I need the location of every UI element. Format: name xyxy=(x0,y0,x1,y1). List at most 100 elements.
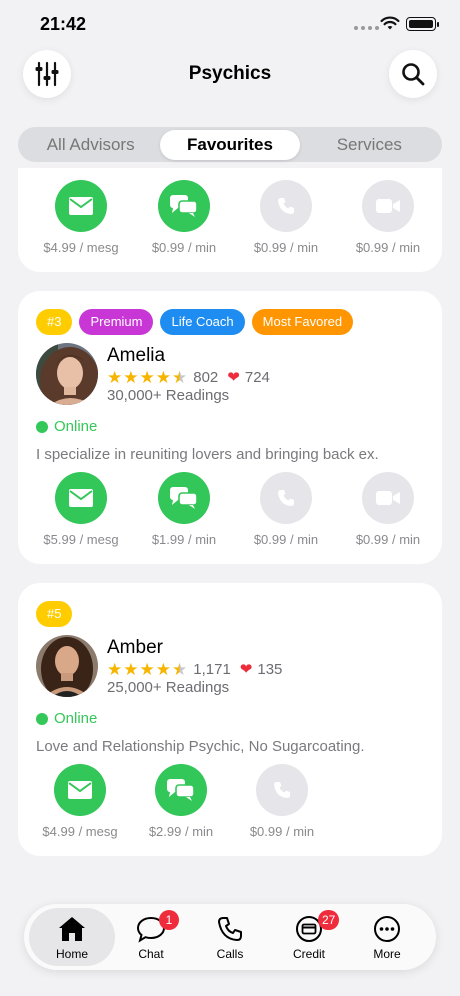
advisor-card[interactable]: $4.99 / mesg $0.99 / min $0.99 / min $0.… xyxy=(18,168,442,272)
segment-favourites[interactable]: Favourites xyxy=(160,129,300,160)
likes-count: 135 xyxy=(257,660,283,678)
badge-row: #3 Premium Life Coach Most Favored xyxy=(36,309,354,335)
chat-price: $2.99 / min xyxy=(148,824,214,839)
avatar[interactable] xyxy=(36,635,98,697)
half-star-icon: ★ xyxy=(172,659,188,679)
tab-calls[interactable]: Calls xyxy=(187,908,273,966)
heart-icon: ❤ xyxy=(227,368,240,386)
segment-all-advisors[interactable]: All Advisors xyxy=(21,130,160,160)
message-price: $4.99 / mesg xyxy=(42,824,118,839)
video-price: $0.99 / min xyxy=(355,532,421,547)
message-price: $5.99 / mesg xyxy=(43,532,119,547)
tab-label: Chat xyxy=(138,947,164,961)
online-label: Online xyxy=(54,710,98,727)
tab-home[interactable]: Home xyxy=(29,908,115,966)
chat-action[interactable]: $1.99 / min xyxy=(132,472,236,547)
online-status: Online xyxy=(36,418,97,435)
advisor-description: Love and Relationship Psychic, No Sugarc… xyxy=(36,738,365,755)
online-dot-icon xyxy=(36,420,48,433)
star-icon: ★ xyxy=(123,659,139,679)
video-button[interactable] xyxy=(362,180,414,232)
rating-count: 802 xyxy=(193,368,219,386)
tab-label: Home xyxy=(55,947,88,961)
badge-row: #5 xyxy=(36,601,73,627)
video-button[interactable] xyxy=(362,472,414,524)
cellular-signal-icon xyxy=(354,26,379,30)
rating-row: ★ ★ ★ ★ ★ 1,171 ❤ 135 xyxy=(107,660,282,678)
message-button[interactable] xyxy=(55,472,107,524)
call-price: $0.99 / min xyxy=(253,532,319,547)
rank-badge: #3 xyxy=(36,309,73,335)
call-button[interactable] xyxy=(260,180,312,232)
search-icon xyxy=(402,63,425,86)
contact-actions: $4.99 / mesg $0.99 / min $0.99 / min $0.… xyxy=(18,180,442,260)
advisor-description: I specialize in reuniting lovers and bri… xyxy=(36,446,379,463)
rating-count: 1,171 xyxy=(193,660,231,678)
chat-icon xyxy=(167,779,195,801)
wifi-icon xyxy=(380,16,400,30)
chat-button[interactable] xyxy=(155,764,207,816)
segmented-control: All Advisors Favourites Services xyxy=(18,127,442,162)
video-icon xyxy=(376,491,400,505)
star-icon: ★ xyxy=(155,659,171,679)
avatar[interactable] xyxy=(36,343,98,405)
chat-action[interactable]: $2.99 / min xyxy=(129,764,233,839)
home-icon xyxy=(59,917,85,941)
message-action[interactable]: $5.99 / mesg xyxy=(29,472,133,547)
star-rating: ★ ★ ★ ★ ★ xyxy=(107,369,187,386)
star-icon: ★ xyxy=(139,659,155,679)
rank-badge: #5 xyxy=(36,601,73,627)
more-icon xyxy=(374,916,400,942)
credit-badge: 27 xyxy=(318,910,340,930)
mail-icon xyxy=(69,197,93,215)
tab-label: More xyxy=(373,947,401,961)
message-action[interactable]: $4.99 / mesg xyxy=(28,764,132,839)
battery-icon xyxy=(406,17,439,31)
chat-button[interactable] xyxy=(158,180,210,232)
call-price: $0.99 / min xyxy=(253,240,319,255)
status-bar: 21:42 xyxy=(0,0,460,50)
message-button[interactable] xyxy=(55,180,107,232)
star-icon: ★ xyxy=(139,367,155,387)
call-button[interactable] xyxy=(260,472,312,524)
tab-more[interactable]: More xyxy=(344,908,430,966)
mail-icon xyxy=(68,781,92,799)
message-button[interactable] xyxy=(54,764,106,816)
status-time: 21:42 xyxy=(40,14,87,34)
message-action[interactable]: $4.99 / mesg xyxy=(29,180,133,255)
call-action[interactable]: $0.99 / min xyxy=(234,180,338,255)
chat-price: $0.99 / min xyxy=(151,240,217,255)
phone-icon xyxy=(278,198,294,214)
tab-chat[interactable]: 1 Chat xyxy=(108,908,194,966)
heart-icon: ❤ xyxy=(239,660,253,678)
phone-icon xyxy=(218,917,242,941)
video-action[interactable]: $0.99 / min xyxy=(336,472,440,547)
avatar-image xyxy=(36,343,98,405)
call-price: $0.99 / min xyxy=(249,824,315,839)
call-button[interactable] xyxy=(256,764,308,816)
chat-action[interactable]: $0.99 / min xyxy=(132,180,236,255)
chat-icon xyxy=(170,195,198,217)
chat-badge: 1 xyxy=(159,910,179,930)
contact-actions: $5.99 / mesg $1.99 / min $0.99 / min $0.… xyxy=(18,472,442,552)
chat-button[interactable] xyxy=(158,472,210,524)
readings-count: 25,000+ Readings xyxy=(107,679,230,696)
tab-credit[interactable]: 27 Credit xyxy=(266,908,352,966)
advisor-card[interactable]: #3 Premium Life Coach Most Favored Ameli… xyxy=(18,291,442,564)
advisor-name: Amber xyxy=(107,637,163,658)
search-button[interactable] xyxy=(389,50,437,98)
online-dot-icon xyxy=(36,712,48,725)
tab-bar: Home 1 Chat Calls 27 Credit More xyxy=(24,904,436,970)
segment-services[interactable]: Services xyxy=(300,130,439,160)
star-icon: ★ xyxy=(107,367,123,387)
rating-row: ★ ★ ★ ★ ★ 802 ❤ 724 xyxy=(107,368,270,386)
phone-icon xyxy=(274,782,290,798)
online-label: Online xyxy=(54,418,98,435)
star-rating: ★ ★ ★ ★ ★ xyxy=(107,661,187,678)
phone-icon xyxy=(278,490,294,506)
advisor-card[interactable]: #5 Amber ★ ★ ★ ★ ★ 1,171 ❤ 135 25,000+ R… xyxy=(18,583,442,856)
call-action[interactable]: $0.99 / min xyxy=(230,764,334,839)
call-action[interactable]: $0.99 / min xyxy=(234,472,338,547)
advisor-name: Amelia xyxy=(107,345,166,366)
video-action[interactable]: $0.99 / min xyxy=(336,180,440,255)
